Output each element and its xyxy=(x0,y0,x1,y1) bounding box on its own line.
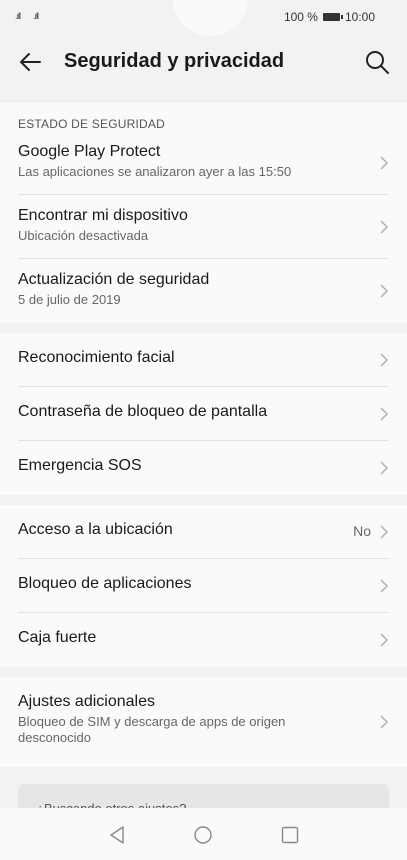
list-item-additional-settings[interactable]: Ajustes adicionales Bloqueo de SIM y des… xyxy=(18,677,389,767)
clock: 10:00 xyxy=(344,10,375,24)
section-header: ESTADO DE SEGURIDAD xyxy=(18,117,165,131)
more-settings-section: Ajustes adicionales Bloqueo de SIM y des… xyxy=(0,677,407,767)
item-subtitle: 5 de julio de 2019 xyxy=(18,292,121,307)
list-item-screen-lock-password[interactable]: Contraseña de bloqueo de pantalla xyxy=(18,387,389,441)
list-item-app-lock[interactable]: Bloqueo de aplicaciones xyxy=(18,559,389,613)
chevron-right-icon xyxy=(380,284,389,298)
item-label: Ajustes adicionales xyxy=(18,693,155,710)
item-subtitle: Las aplicaciones se analizaron ayer a la… xyxy=(18,164,292,179)
item-label: Actualización de seguridad xyxy=(18,271,210,288)
item-label: Contraseña de bloqueo de pantalla xyxy=(18,403,268,420)
list-item-location-access[interactable]: Acceso a la ubicación No xyxy=(18,505,389,559)
list-item-safe[interactable]: Caja fuerte xyxy=(18,613,389,667)
chevron-right-icon xyxy=(380,715,389,729)
signal-icon-2: .ıll xyxy=(33,11,39,21)
item-subtitle: Bloqueo de SIM y descarga de apps de ori… xyxy=(18,714,286,745)
item-label: Reconocimiento facial xyxy=(18,349,175,366)
list-item-emergency-sos[interactable]: Emergencia SOS xyxy=(18,441,389,495)
chevron-right-icon xyxy=(380,633,389,647)
camera-notch xyxy=(172,0,248,36)
item-label: Acceso a la ubicación xyxy=(18,521,173,538)
triangle-back-icon[interactable] xyxy=(106,824,128,846)
square-recents-icon[interactable] xyxy=(279,824,301,846)
page-title: Seguridad y privacidad xyxy=(64,50,285,72)
list-item-google-play-protect[interactable]: Google Play Protect Las aplicaciones se … xyxy=(18,131,389,195)
app-bar: Seguridad y privacidad xyxy=(0,36,407,90)
item-label: Caja fuerte xyxy=(18,629,97,646)
chevron-right-icon xyxy=(380,406,389,421)
chevron-right-icon xyxy=(380,578,389,593)
item-label: Encontrar mi dispositivo xyxy=(18,207,188,224)
chevron-right-icon xyxy=(380,155,389,170)
unlock-section: Reconocimiento facial Contraseña de bloq… xyxy=(0,333,407,495)
item-label: Emergencia SOS xyxy=(18,457,142,474)
list-item-face-recognition[interactable]: Reconocimiento facial xyxy=(18,333,389,387)
settings-list: ESTADO DE SEGURIDAD Google Play Protect … xyxy=(0,103,407,777)
item-subtitle: Ubicación desactivada xyxy=(18,228,149,243)
battery-percent: 100 % xyxy=(283,10,318,24)
location-status-value: No xyxy=(353,522,371,539)
list-item-find-device[interactable]: Encontrar mi dispositivo Ubicación desac… xyxy=(18,195,389,259)
security-status-section: ESTADO DE SEGURIDAD Google Play Protect … xyxy=(0,103,407,323)
chevron-right-icon xyxy=(380,524,389,539)
battery-icon xyxy=(322,13,343,21)
status-bar: .ıll .ıll 100 % 10:00 xyxy=(0,0,407,36)
chevron-right-icon xyxy=(380,461,389,475)
signal-icon: .ıll xyxy=(15,11,21,21)
privacy-section: Acceso a la ubicación No Bloqueo de apli… xyxy=(0,505,407,667)
chevron-right-icon xyxy=(380,219,389,234)
list-item-security-update[interactable]: Actualización de seguridad 5 de julio de… xyxy=(18,259,389,323)
item-label: Google Play Protect xyxy=(18,143,161,160)
item-label: Bloqueo de aplicaciones xyxy=(18,575,192,592)
navigation-bar xyxy=(0,808,407,860)
search-icon[interactable] xyxy=(361,46,393,78)
status-right: 100 % 10:00 xyxy=(284,10,375,24)
chevron-right-icon xyxy=(380,352,389,367)
back-arrow-icon[interactable] xyxy=(14,46,46,78)
circle-home-icon[interactable] xyxy=(192,824,214,846)
